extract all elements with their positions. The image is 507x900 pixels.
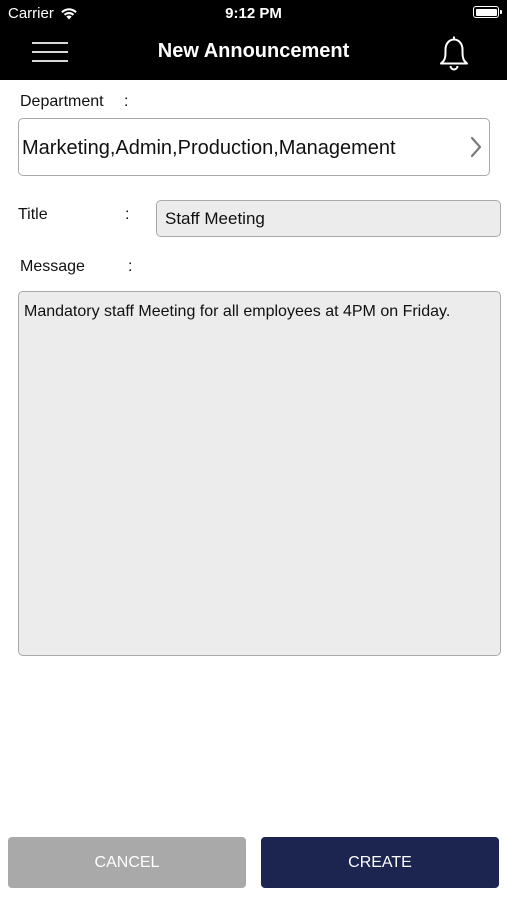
page-title: New Announcement <box>157 40 350 62</box>
department-colon: : <box>124 93 129 110</box>
new-announcement-screen: Carrier 9:12 PM New Announcement Departm… <box>0 0 507 900</box>
status-time: 9:12 PM <box>225 5 282 22</box>
message-colon: : <box>128 258 133 275</box>
create-button[interactable]: CREATE <box>261 837 499 888</box>
title-label: Title <box>18 206 48 223</box>
chevron-right-icon <box>470 136 482 158</box>
message-textarea[interactable]: Mandatory staff Meeting for all employee… <box>18 291 501 656</box>
top-bar: Carrier 9:12 PM New Announcement <box>0 0 507 80</box>
notification-button[interactable] <box>437 34 471 72</box>
message-label: Message <box>20 258 85 275</box>
department-label: Department <box>20 93 104 110</box>
cancel-button[interactable]: CANCEL <box>8 837 246 888</box>
department-value: Marketing,Admin,Production,Management <box>22 137 396 159</box>
department-selector[interactable]: Marketing,Admin,Production,Management <box>18 118 490 176</box>
battery-icon <box>473 6 502 18</box>
title-input[interactable] <box>156 200 501 237</box>
bell-icon <box>440 36 468 71</box>
title-colon: : <box>125 206 130 223</box>
